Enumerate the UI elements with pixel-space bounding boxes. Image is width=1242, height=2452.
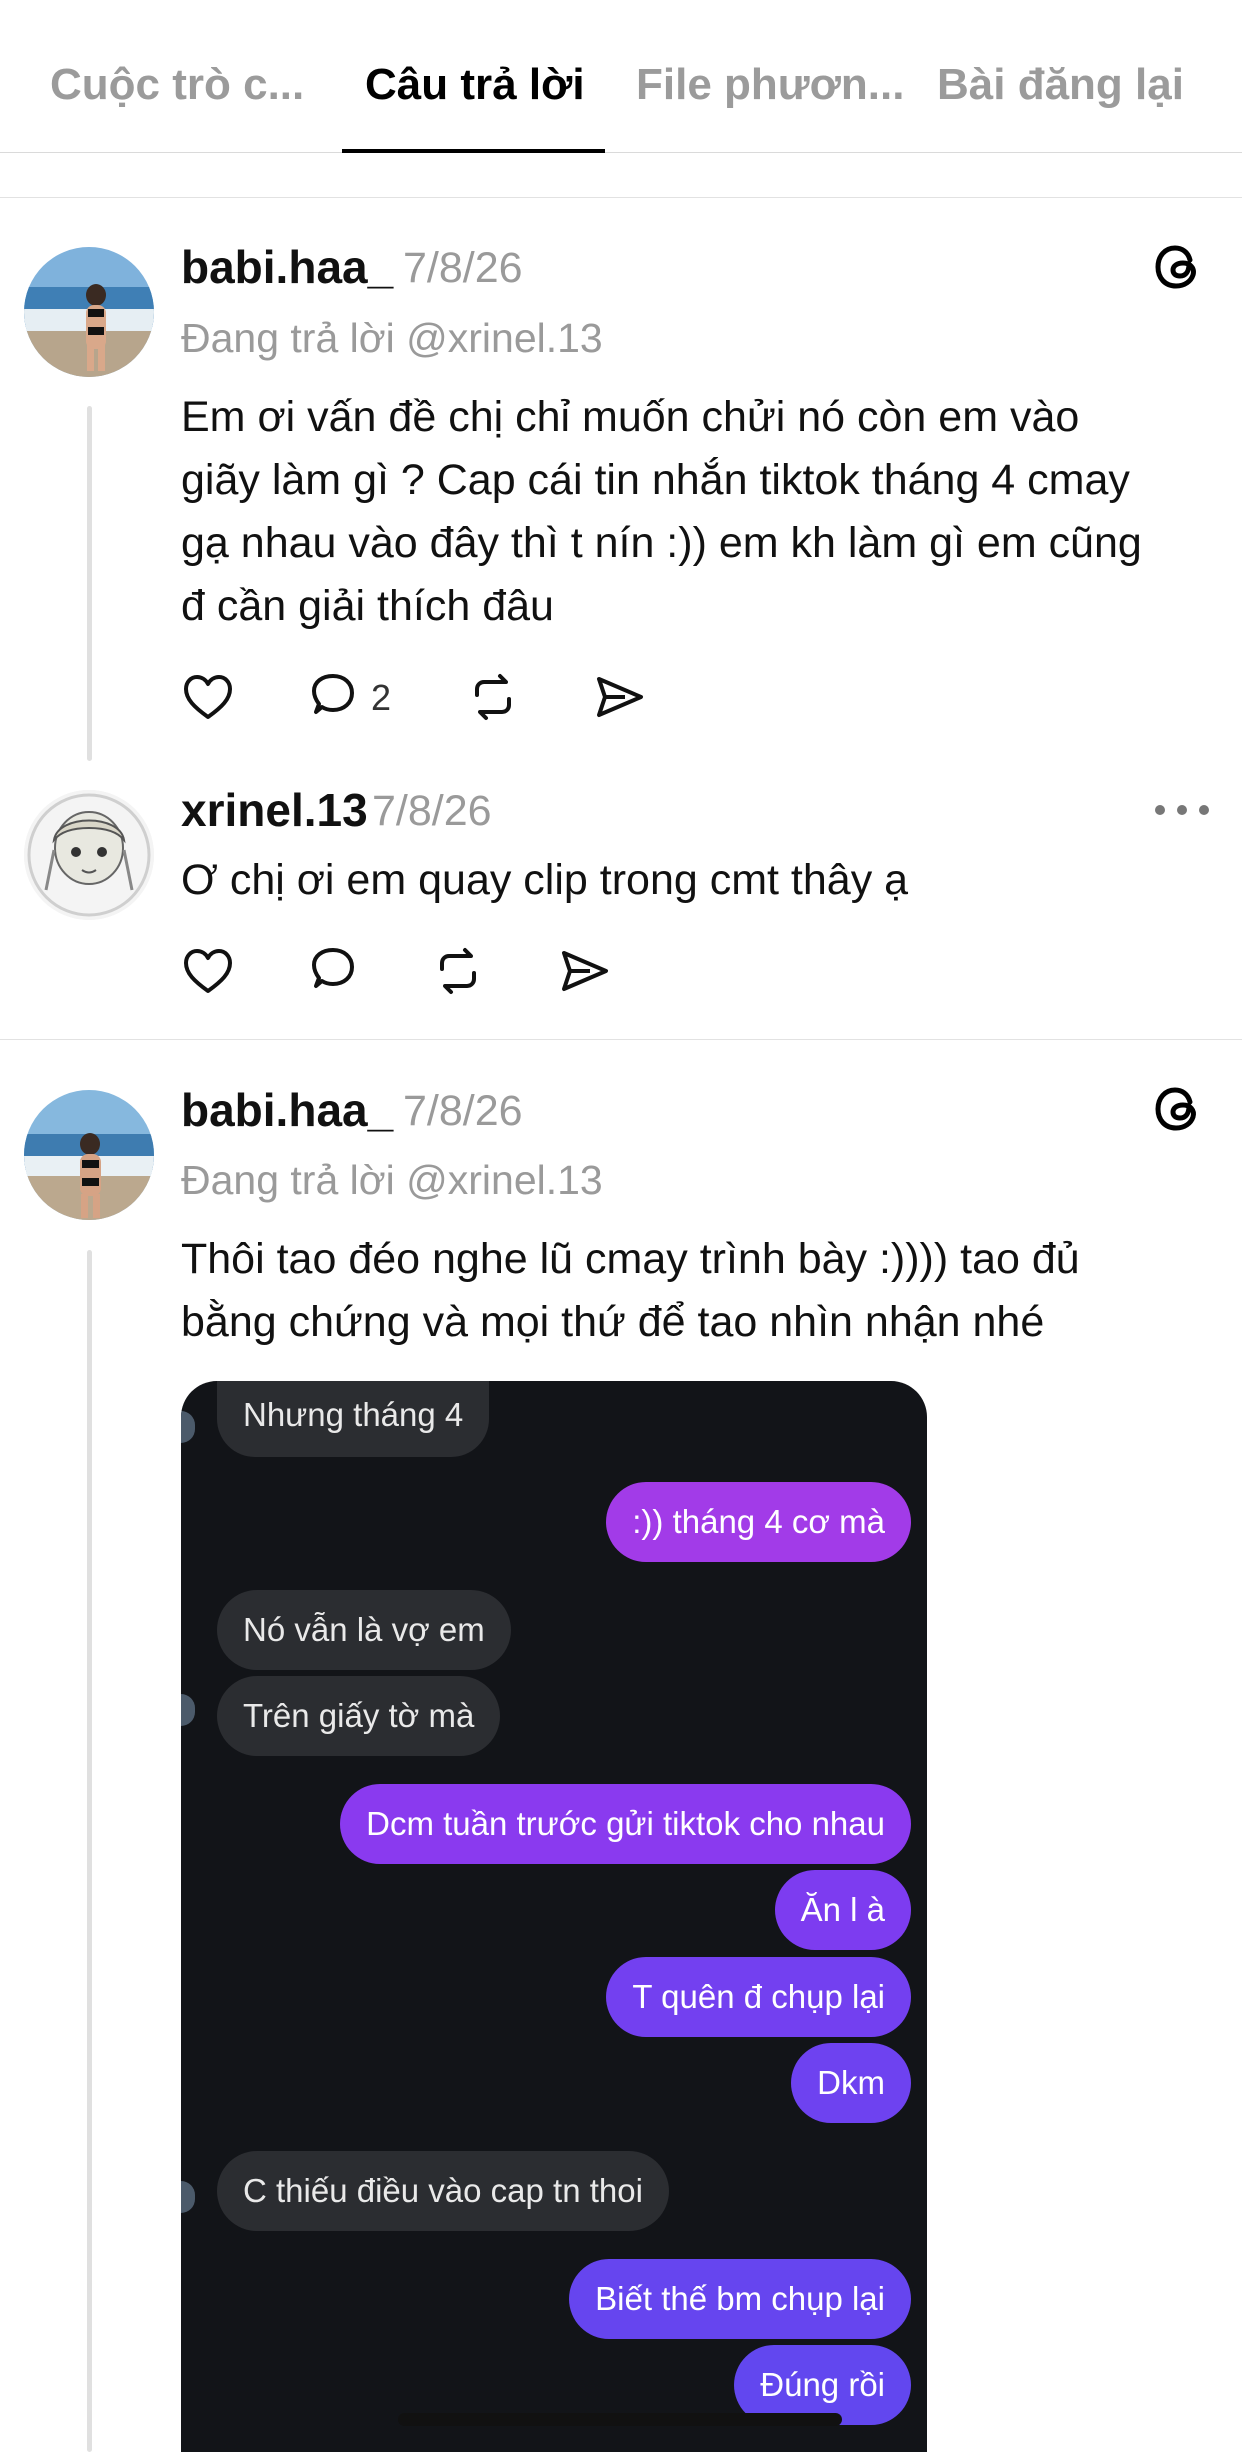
post-date: 7/8/26: [372, 787, 492, 835]
chat-bubble: C thiếu điều vào cap tn thoi: [217, 2151, 669, 2231]
post-text-line: đ cần giải thích đâu: [181, 582, 554, 630]
chat-bubble: Trên giấy tờ mà: [217, 1676, 501, 1756]
username[interactable]: xrinel.13: [181, 783, 368, 837]
avatar[interactable]: [24, 1090, 154, 1220]
profile-tabs: Cuộc trò c... Câu trả lời File phươn... …: [0, 0, 1242, 153]
tab-threads[interactable]: Cuộc trò c...: [50, 60, 304, 110]
username[interactable]: babi.haa_: [181, 1083, 393, 1137]
comment-icon[interactable]: [305, 943, 361, 999]
divider: [0, 1039, 1242, 1040]
active-tab-indicator: [342, 149, 605, 153]
replying-to[interactable]: Đang trả lời @xrinel.13: [181, 1157, 603, 1204]
reply-count: 2: [371, 677, 392, 718]
threads-icon[interactable]: [1150, 238, 1206, 294]
post-date: 7/8/26: [403, 1087, 523, 1135]
tab-media[interactable]: File phươn...: [636, 60, 904, 110]
post-text-line: Thôi tao đéo nghe lũ cmay trình bày :)))…: [181, 1235, 1080, 1283]
thread-line: [87, 1250, 92, 2452]
username[interactable]: babi.haa_: [181, 240, 393, 294]
chat-bubble: T quên đ chụp lại: [606, 1957, 911, 2037]
post-text-line: giãy làm gì ? Cap cái tin nhắn tiktok th…: [181, 456, 1130, 504]
sender-avatar: [181, 1694, 195, 1726]
comment-icon[interactable]: [305, 669, 361, 725]
post-date: 7/8/26: [403, 244, 523, 292]
chat-bubble: Ăn l à: [774, 1870, 911, 1950]
post-text: Ơ chị ơi em quay clip trong cmt thây ạ: [181, 849, 1201, 912]
chat-bubble: Dkm: [791, 2043, 911, 2123]
post-text-line: Em ơi vấn đề chị chỉ muốn chửi nó còn em…: [181, 393, 1080, 441]
chat-bubble: :)) tháng 4 cơ mà: [606, 1482, 911, 1562]
chat-bubble: Nó vẫn là vợ em: [217, 1590, 511, 1670]
post-text-line: gạ nhau vào đây thì t nín :)) em kh làm …: [181, 519, 1142, 567]
heart-icon[interactable]: [180, 943, 236, 999]
repost-icon[interactable]: [430, 943, 486, 999]
replying-to[interactable]: Đang trả lời @xrinel.13: [181, 315, 603, 362]
share-icon[interactable]: [556, 943, 612, 999]
tab-replies[interactable]: Câu trả lời: [365, 60, 585, 110]
chat-bubble: Biết thế bm chụp lại: [569, 2259, 911, 2339]
tab-reposts[interactable]: Bài đăng lại: [937, 60, 1184, 110]
post-text: Thôi tao đéo nghe lũ cmay trình bày :)))…: [181, 1228, 1201, 1354]
chat-bubble: Nhưng tháng 4: [217, 1381, 490, 1457]
repost-icon[interactable]: [465, 669, 521, 725]
threads-icon[interactable]: [1150, 1080, 1206, 1136]
post-text-line: bằng chứng và mọi thứ để tao nhìn nhận n…: [181, 1298, 1045, 1346]
heart-icon[interactable]: [180, 669, 236, 725]
sender-avatar: [181, 1411, 195, 1443]
chat-bubble: Dcm tuần trước gửi tiktok cho nhau: [340, 1784, 911, 1864]
post-text-line: Ơ chị ơi em quay clip trong cmt thây ạ: [181, 856, 909, 904]
avatar[interactable]: [24, 790, 154, 920]
avatar[interactable]: [24, 247, 154, 377]
attached-image[interactable]: Nhưng tháng 4 :)) tháng 4 cơ mà Nó vẫn l…: [181, 1381, 927, 2452]
sender-avatar: [181, 2181, 195, 2213]
share-icon[interactable]: [591, 669, 647, 725]
divider: [0, 197, 1242, 198]
post-text: Em ơi vấn đề chị chỉ muốn chửi nó còn em…: [181, 386, 1201, 638]
home-indicator[interactable]: [398, 2413, 842, 2426]
more-icon[interactable]: [1152, 800, 1212, 820]
thread-line: [87, 406, 92, 761]
